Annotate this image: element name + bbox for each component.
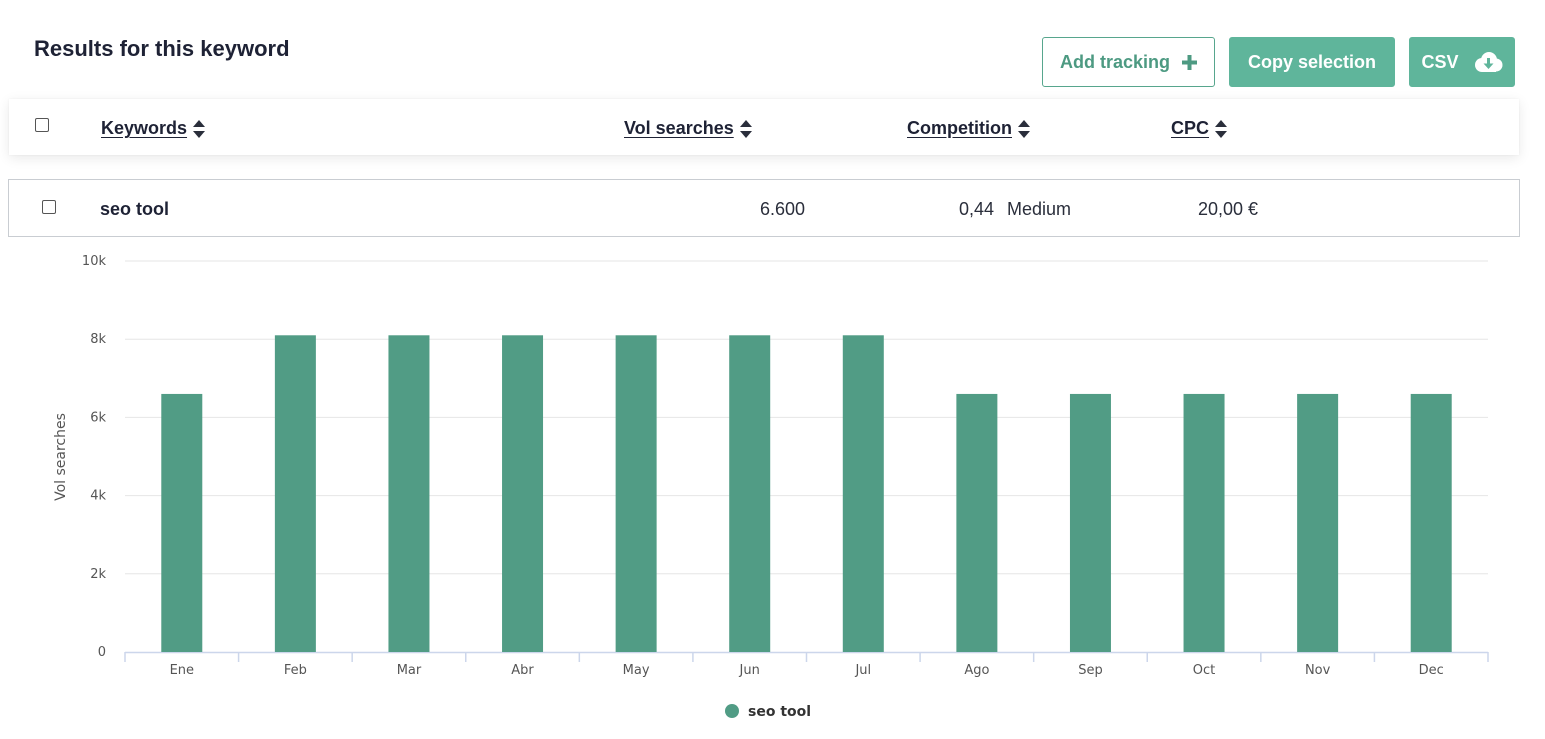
x-tick-label: Mar	[397, 663, 422, 678]
x-tick-label: Abr	[511, 663, 534, 678]
y-tick-label: 0	[98, 645, 106, 660]
x-tick-label: Ene	[170, 663, 194, 678]
legend-label: seo tool	[748, 704, 811, 720]
y-tick-label: 8k	[90, 332, 106, 347]
x-tick-label: Dec	[1419, 663, 1444, 678]
sort-icon	[193, 119, 206, 138]
add-tracking-label: Add tracking	[1059, 51, 1170, 72]
copy-selection-label: Copy selection	[1247, 51, 1377, 72]
select-all-checkbox[interactable]	[35, 118, 49, 132]
x-tick-label: Oct	[1193, 663, 1215, 678]
x-tick-label: Jul	[854, 663, 871, 678]
competition-value-cell: 0,44	[958, 199, 994, 219]
bar	[729, 335, 771, 652]
keyword-cell: seo tool	[100, 199, 170, 219]
y-axis-label: Vol searches	[53, 413, 69, 501]
column-header-competition[interactable]: Competition	[907, 118, 1030, 139]
bar	[388, 335, 430, 652]
cpc-cell: 20,00 €	[1197, 199, 1258, 219]
column-header-cpc[interactable]: CPC	[1171, 118, 1228, 139]
bar	[502, 335, 544, 652]
x-tick-label: Nov	[1305, 663, 1331, 678]
competition-level-cell: Medium	[1007, 199, 1072, 219]
y-tick-label: 10k	[82, 254, 107, 269]
y-tick-label: 4k	[90, 489, 106, 504]
x-tick-label: Sep	[1078, 663, 1103, 678]
copy-selection-button[interactable]: Copy selection	[1229, 37, 1395, 87]
bar	[1297, 393, 1339, 652]
cloud-download-icon	[1473, 51, 1503, 73]
x-tick-label: Jun	[739, 663, 760, 678]
column-label: Vol searches	[624, 118, 734, 138]
legend-marker	[725, 704, 739, 718]
keyword-results-page: Results for this keyword Add tracking Co…	[0, 0, 1545, 739]
sort-icon	[739, 119, 752, 138]
csv-label: CSV	[1421, 51, 1459, 72]
bar	[1069, 393, 1111, 652]
bar	[1410, 393, 1452, 652]
y-tick-label: 2k	[90, 567, 106, 582]
table-header: Keywords Vol searches Competition CPC	[9, 99, 1519, 155]
chart-svg: 0 2k 4k 6k 8k 10k Vol searches Ene Feb Mar Abr May J…	[53, 254, 1489, 720]
column-label: Keywords	[101, 118, 188, 138]
sort-icon	[1215, 119, 1228, 138]
csv-download-button[interactable]: CSV	[1409, 37, 1515, 87]
bar	[274, 335, 316, 652]
sort-icon	[1018, 119, 1030, 138]
page-title: Results for this keyword	[34, 36, 290, 61]
column-label: CPC	[1171, 118, 1210, 138]
monthly-volume-chart: 0 2k 4k 6k 8k 10k Vol searches Ene Feb Mar Abr May J…	[0, 245, 1545, 739]
bar	[615, 335, 657, 652]
vol-searches-cell: 6.600	[759, 199, 805, 219]
x-tick-label: Feb	[284, 663, 307, 678]
add-tracking-button[interactable]: Add tracking	[1042, 37, 1215, 87]
toolbar: Add tracking Copy selection CSV	[1042, 37, 1515, 87]
column-header-keywords[interactable]: Keywords	[101, 118, 206, 139]
table-row[interactable]: seo tool 6.600 0,44 Medium 20,00 €	[8, 179, 1520, 237]
bar	[161, 393, 203, 652]
column-header-vol-searches[interactable]: Vol searches	[624, 118, 752, 139]
x-tick-label: Ago	[964, 663, 989, 678]
y-tick-label: 6k	[90, 410, 106, 425]
plus-icon	[1182, 54, 1197, 70]
x-tick-label: May	[623, 663, 650, 678]
row-checkbox[interactable]	[42, 200, 56, 214]
bar	[1183, 393, 1225, 652]
bar	[842, 335, 884, 652]
column-label: Competition	[907, 118, 1012, 138]
bar	[956, 393, 998, 652]
